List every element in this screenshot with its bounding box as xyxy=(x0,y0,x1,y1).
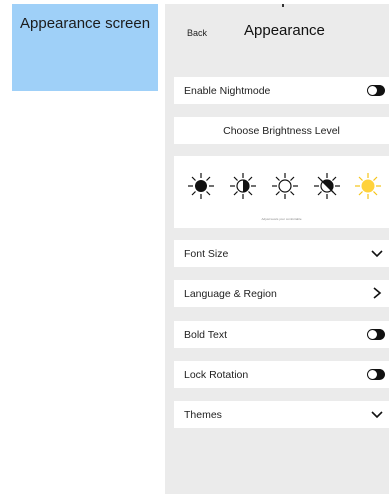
sun-slash-icon[interactable] xyxy=(313,172,341,200)
page-title: Appearance xyxy=(244,22,325,39)
lock-rotation-label: Lock Rotation xyxy=(184,369,249,381)
themes-row[interactable]: Themes xyxy=(174,401,389,428)
screen-caption: Appearance screen xyxy=(12,4,158,91)
lock-rotation-row[interactable]: Lock Rotation xyxy=(174,361,389,388)
sun-empty-icon[interactable] xyxy=(271,172,299,200)
sun-half-icon[interactable] xyxy=(229,172,257,200)
language-row[interactable]: Language & Region xyxy=(174,280,389,307)
font-size-label: Font Size xyxy=(184,248,229,260)
bold-text-toggle[interactable] xyxy=(367,329,385,340)
chevron-down-icon xyxy=(371,250,383,258)
sun-bright-icon[interactable] xyxy=(354,172,382,200)
top-indicator xyxy=(282,4,284,7)
brightness-note: Adjust levels your comfortable xyxy=(261,217,302,221)
appearance-screen: Back Appearance Enable Nightmode Choose … xyxy=(165,4,389,494)
brightness-header: Choose Brightness Level xyxy=(223,125,340,137)
language-label: Language & Region xyxy=(184,288,277,300)
bold-text-label: Bold Text xyxy=(184,329,227,341)
lock-rotation-toggle[interactable] xyxy=(367,369,385,380)
bold-text-row[interactable]: Bold Text xyxy=(174,321,389,348)
chevron-down-icon xyxy=(371,411,383,419)
brightness-header-row: Choose Brightness Level xyxy=(174,117,389,144)
nightmode-toggle[interactable] xyxy=(367,85,385,96)
font-size-row[interactable]: Font Size xyxy=(174,240,389,267)
brightness-panel: Adjust levels your comfortable xyxy=(174,156,389,228)
back-button[interactable]: Back xyxy=(187,28,207,38)
nightmode-label: Enable Nightmode xyxy=(184,85,271,97)
nightmode-row[interactable]: Enable Nightmode xyxy=(174,77,389,104)
sun-full-icon[interactable] xyxy=(187,172,215,200)
chevron-right-icon xyxy=(373,287,382,299)
themes-label: Themes xyxy=(184,409,222,421)
screen-caption-text: Appearance screen xyxy=(20,15,151,32)
